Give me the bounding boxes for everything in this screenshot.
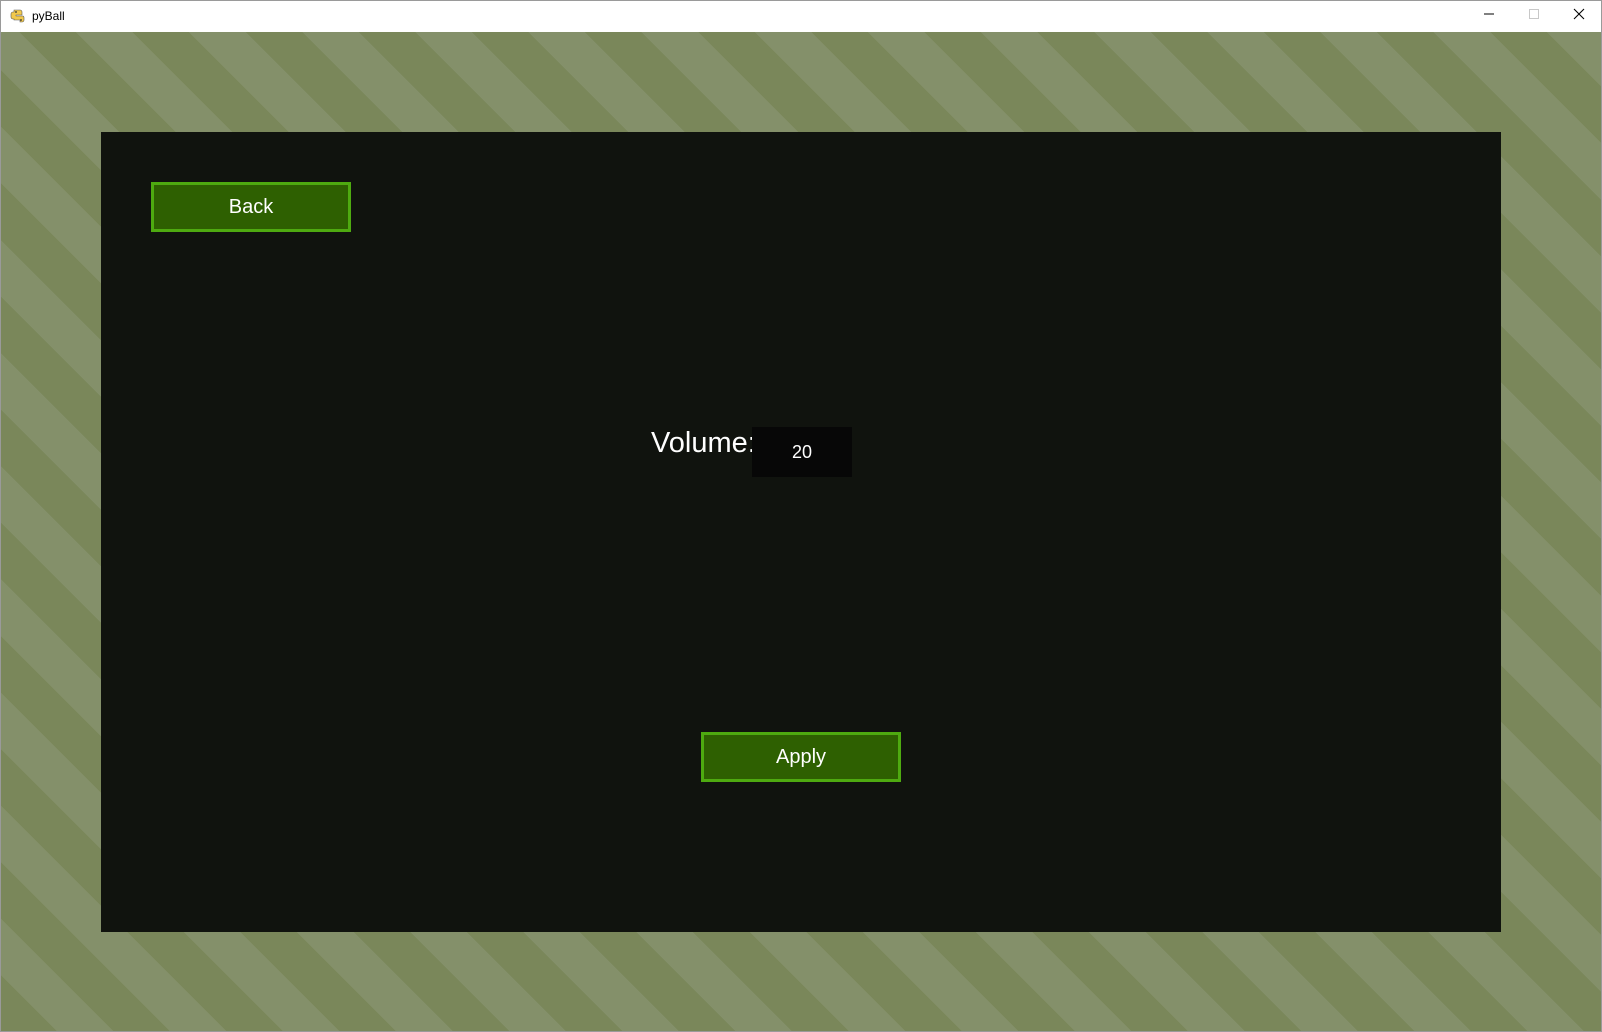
app-window: pyBall Back Volume: 20 Apply	[0, 0, 1602, 1032]
close-button[interactable]	[1556, 1, 1601, 31]
window-controls	[1466, 1, 1601, 31]
minimize-icon	[1483, 7, 1495, 25]
apply-button[interactable]: Apply	[701, 732, 901, 782]
volume-input[interactable]: 20	[752, 427, 852, 477]
maximize-icon	[1528, 7, 1540, 25]
settings-panel: Back Volume: 20 Apply	[101, 132, 1501, 932]
close-icon	[1573, 7, 1585, 25]
game-canvas: Back Volume: 20 Apply	[1, 32, 1601, 1031]
python-icon	[10, 8, 26, 24]
maximize-button[interactable]	[1511, 1, 1556, 31]
minimize-button[interactable]	[1466, 1, 1511, 31]
back-button[interactable]: Back	[151, 182, 351, 232]
window-title: pyBall	[32, 9, 65, 23]
title-bar[interactable]: pyBall	[1, 1, 1601, 31]
